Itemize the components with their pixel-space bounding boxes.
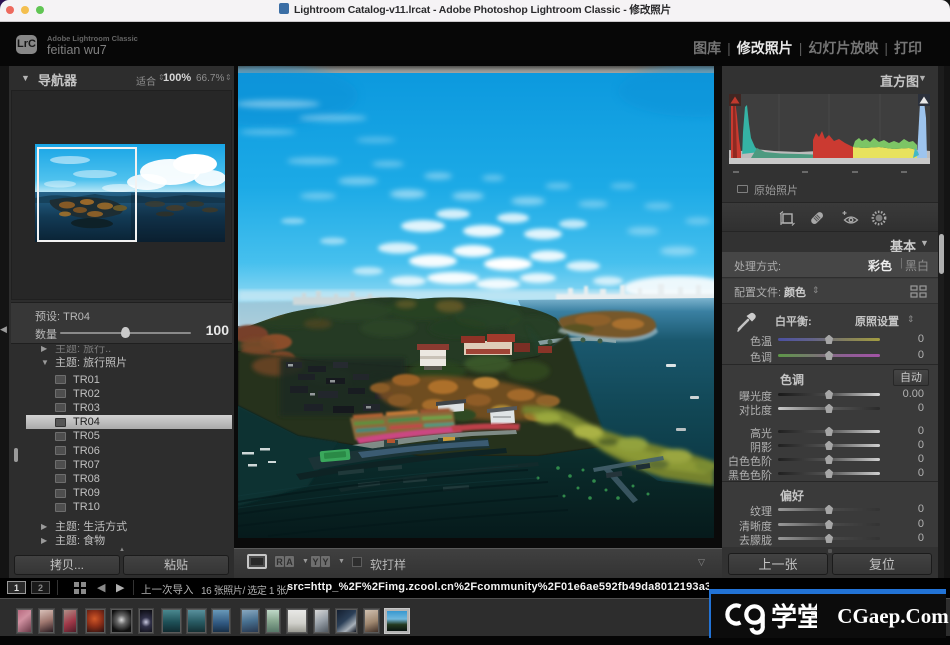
svg-text:学堂: 学堂 (771, 602, 817, 632)
